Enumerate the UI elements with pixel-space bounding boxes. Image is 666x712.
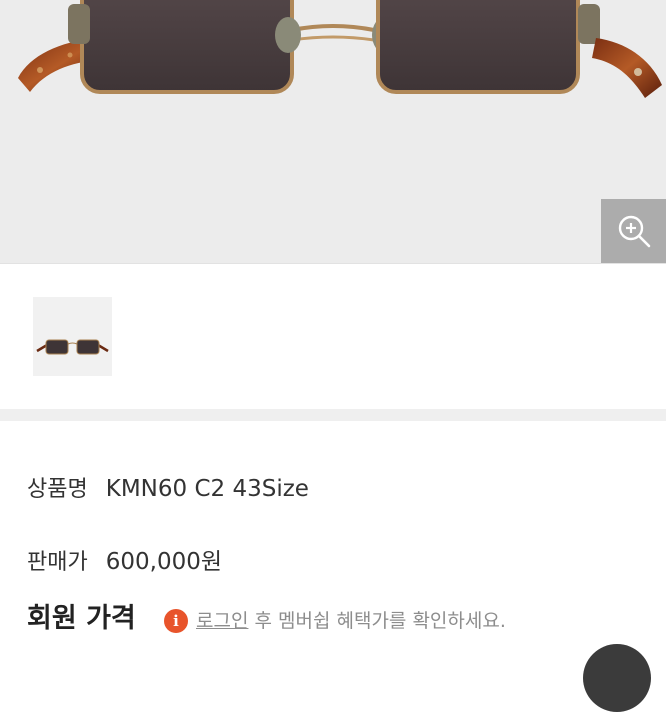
price-value: 600,000원 — [105, 549, 223, 575]
login-link[interactable]: 로그인 — [196, 610, 248, 632]
member-note-text: 후 멤버쉽 혜택가를 확인하세요. — [248, 610, 506, 632]
sunglasses-thumbnail-image — [36, 339, 109, 355]
zoom-in-icon — [618, 215, 650, 248]
hero-border — [0, 263, 666, 264]
member-price-note: 로그인 후 멤버쉽 혜택가를 확인하세요. — [196, 606, 506, 633]
chat-button[interactable] — [583, 644, 651, 712]
price-row: 판매가 600,000원 — [27, 542, 222, 576]
section-divider — [0, 409, 666, 421]
info-icon: i — [164, 609, 188, 633]
price-label: 판매가 — [27, 550, 88, 575]
product-name-value: KMN60 C2 43Size — [105, 476, 309, 502]
product-main-image[interactable] — [0, 0, 666, 263]
sunglasses-image — [18, 0, 662, 98]
product-name-row: 상품명 KMN60 C2 43Size — [27, 471, 309, 503]
product-name-label: 상품명 — [27, 477, 88, 502]
member-price-title: 회원 가격 — [27, 603, 136, 634]
product-thumbnail[interactable] — [33, 297, 112, 376]
zoom-button[interactable] — [601, 199, 666, 263]
